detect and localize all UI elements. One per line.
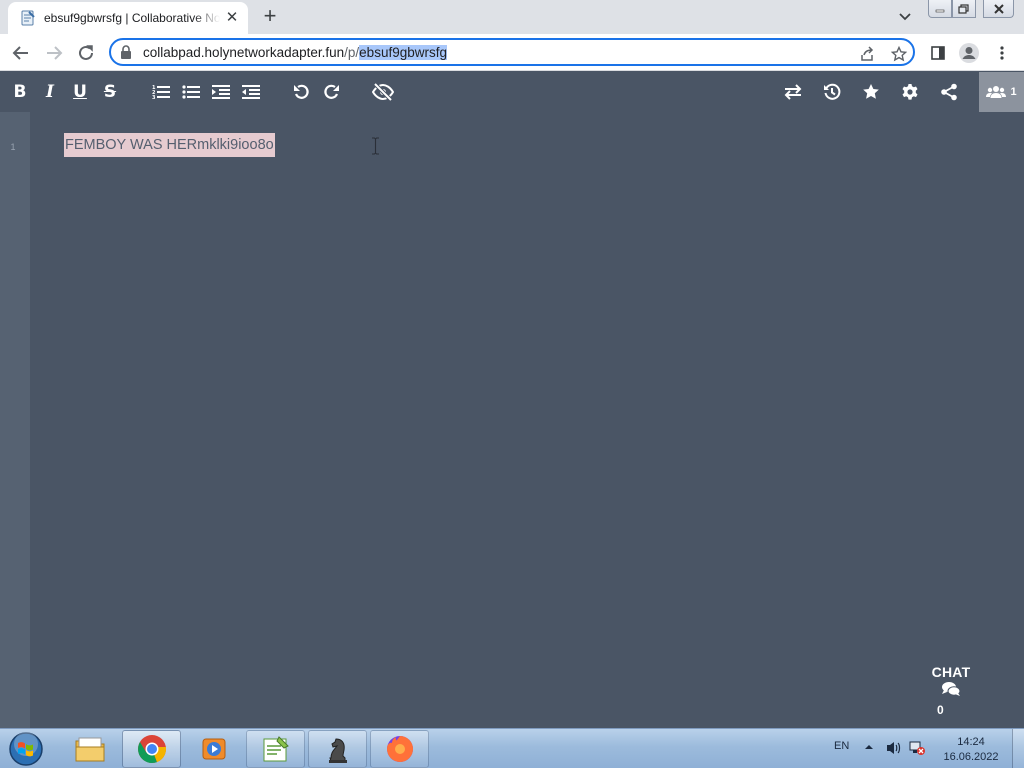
firefox-icon <box>386 736 413 762</box>
clock-time: 14:24 <box>957 736 985 748</box>
window-restore-button[interactable] <box>952 0 976 18</box>
unordered-list-icon[interactable] <box>181 82 201 102</box>
forward-arrow-icon[interactable] <box>42 41 66 65</box>
reload-icon[interactable] <box>74 41 98 65</box>
users-icon <box>986 86 1007 98</box>
import-export-icon[interactable] <box>783 82 803 102</box>
strikethrough-button[interactable]: S <box>100 82 120 102</box>
line-number: 1 <box>10 142 16 152</box>
outdent-icon[interactable] <box>241 82 261 102</box>
underline-button[interactable]: U <box>70 82 90 102</box>
text-cursor-ibeam-icon <box>371 137 380 155</box>
folder-icon <box>75 737 104 762</box>
browser-toolbar: collabpad.holynetworkadapter.fun/p/ebsuf… <box>0 34 1024 71</box>
pad-text-line[interactable]: FEMBOY WAS HERmklki9ioo8o <box>64 133 275 157</box>
notepad-favicon-icon <box>20 10 36 26</box>
taskbar-notepad-plus[interactable] <box>246 730 305 768</box>
windows-orb-icon <box>9 732 43 766</box>
lock-icon[interactable] <box>119 44 133 60</box>
browser-tab-strip: ebsuf9gbwrsfg | Collaborative Notes ✕ + <box>0 0 1024 34</box>
show-desktop-button[interactable] <box>1012 729 1024 768</box>
window-minimize-button[interactable] <box>928 0 952 18</box>
windows-taskbar: EN 14:24 16.06.2022 <box>0 728 1024 768</box>
indent-icon[interactable] <box>211 82 231 102</box>
browser-tab[interactable]: ebsuf9gbwrsfg | Collaborative Notes ✕ <box>8 2 248 34</box>
url-path: /p/ <box>344 44 360 60</box>
taskbar-explorer[interactable] <box>60 730 119 768</box>
taskbar-chess[interactable] <box>308 730 367 768</box>
chat-bubbles-icon <box>942 682 961 696</box>
volume-icon[interactable] <box>885 740 903 756</box>
settings-gear-icon[interactable] <box>900 82 920 102</box>
svg-text:3: 3 <box>152 95 156 100</box>
profile-avatar-icon[interactable] <box>957 41 981 65</box>
authorship-colors-eye-slash-icon[interactable] <box>372 82 394 102</box>
address-bar[interactable]: collabpad.holynetworkadapter.fun/p/ebsuf… <box>109 38 915 66</box>
window-close-button[interactable] <box>983 0 1014 18</box>
side-panel-icon[interactable] <box>926 41 950 65</box>
url-host: collabpad.holynetworkadapter.fun <box>143 44 345 60</box>
redo-icon[interactable] <box>322 82 342 102</box>
share-icon[interactable] <box>939 82 959 102</box>
new-tab-button[interactable]: + <box>259 5 281 28</box>
taskbar-firefox[interactable] <box>370 730 429 768</box>
italic-button[interactable]: I <box>40 82 60 102</box>
show-hidden-icons-arrow-icon[interactable] <box>864 742 874 752</box>
chrome-menu-icon[interactable] <box>990 41 1014 65</box>
notepad-plus-icon <box>263 736 289 762</box>
start-button[interactable] <box>6 730 46 768</box>
taskbar-media-player[interactable] <box>184 730 243 768</box>
share-page-icon[interactable] <box>859 46 875 62</box>
saved-revision-star-icon[interactable] <box>861 82 881 102</box>
chat-unread-count: 0 <box>937 703 944 717</box>
timeslider-history-icon[interactable] <box>822 82 842 102</box>
chat-button[interactable]: CHAT <box>928 664 974 697</box>
clock-date: 16.06.2022 <box>943 751 999 763</box>
url-text: collabpad.holynetworkadapter.fun/p/ebsuf… <box>143 44 447 60</box>
bold-button[interactable]: B <box>10 82 30 102</box>
chess-knight-icon <box>328 738 347 763</box>
ordered-list-icon[interactable]: 123 <box>151 82 171 102</box>
chat-label: CHAT <box>931 664 971 680</box>
taskbar-chrome[interactable] <box>122 730 181 768</box>
line-number-gutter <box>0 112 30 728</box>
network-disconnected-icon[interactable] <box>908 740 926 756</box>
system-clock[interactable]: 14:24 16.06.2022 <box>936 735 1006 765</box>
media-player-icon <box>202 738 225 760</box>
chrome-icon <box>137 735 166 764</box>
user-count: 1 <box>1010 86 1017 98</box>
tab-close-icon[interactable]: ✕ <box>224 10 240 26</box>
tab-title: ebsuf9gbwrsfg | Collaborative Notes <box>44 11 220 25</box>
bookmark-star-icon[interactable] <box>891 46 907 62</box>
users-button[interactable]: 1 <box>979 72 1024 112</box>
undo-icon[interactable] <box>291 82 311 102</box>
language-indicator[interactable]: EN <box>834 740 849 752</box>
back-arrow-icon[interactable] <box>9 41 33 65</box>
tab-search-chevron-icon[interactable] <box>896 9 914 25</box>
url-pad-id-selected: ebsuf9gbwrsfg <box>359 44 447 60</box>
pad-toolbar: B I U S 123 1 <box>0 72 1024 112</box>
